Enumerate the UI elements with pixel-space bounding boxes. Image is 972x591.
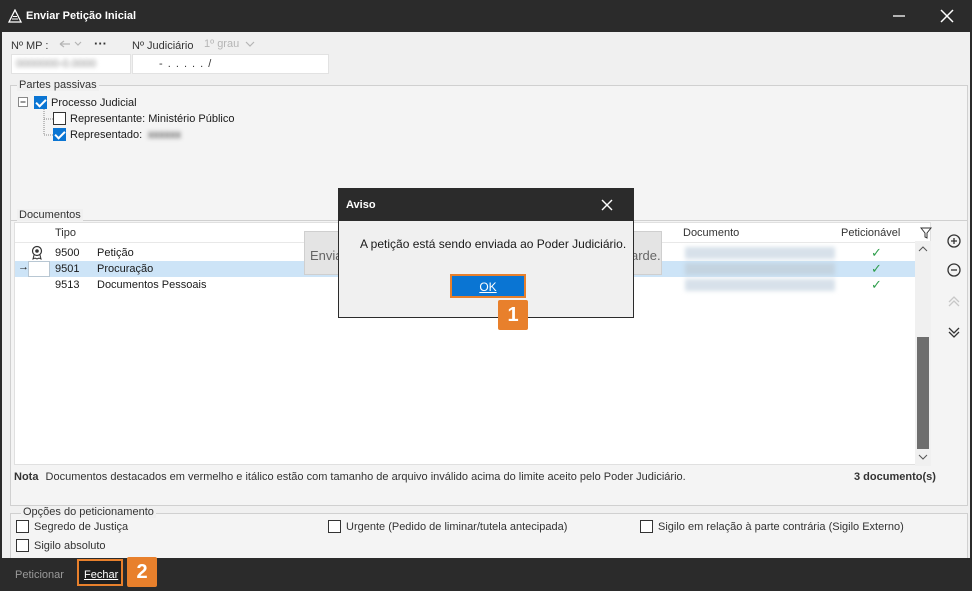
secret-label: Segredo de Justiça — [34, 521, 129, 533]
doc-code: 9501 — [55, 263, 80, 275]
mp-label: Nº MP : — [11, 40, 49, 52]
process-label: Processo Judicial — [51, 97, 137, 109]
filter-icon[interactable] — [920, 227, 932, 239]
instance-select[interactable]: 1º grau — [204, 38, 239, 50]
petition-button[interactable]: Peticionar — [15, 565, 64, 585]
vertical-scrollbar[interactable] — [915, 241, 931, 466]
step-badge-2: 2 — [127, 557, 157, 587]
mp-number-field[interactable]: 0000000-0.0000 — [11, 54, 131, 74]
dialog-close-icon[interactable] — [601, 199, 613, 211]
urgent-checkbox[interactable] — [328, 520, 341, 533]
passive-parties-legend: Partes passivas — [17, 79, 99, 91]
close-icon[interactable] — [932, 6, 962, 26]
window-title: Enviar Petição Inicial — [26, 10, 137, 22]
move-up-icon[interactable] — [940, 290, 968, 314]
title-bar: Enviar Petição Inicial — [0, 0, 972, 32]
note-label: Nota — [14, 471, 39, 483]
representative-label: Representante: Ministério Público — [70, 113, 235, 125]
chevron-down-icon[interactable] — [245, 40, 255, 48]
secret-checkbox[interactable] — [16, 520, 29, 533]
represented-checkbox[interactable] — [53, 128, 66, 141]
judicial-number-field[interactable]: - . . . . . / — [132, 54, 329, 74]
more-icon[interactable]: ··· — [94, 36, 107, 51]
represented-label: Representado: — [70, 129, 143, 141]
doc-type: Procuração — [97, 263, 154, 275]
options-legend: Opções do peticionamento — [21, 506, 156, 518]
options-group — [10, 513, 968, 558]
dialog-title: Aviso — [346, 199, 376, 211]
note-text: Documentos destacados em vermelho e itál… — [45, 471, 686, 483]
scroll-down-icon[interactable] — [918, 453, 928, 461]
doc-code: 9513 — [55, 279, 80, 291]
remove-document-icon[interactable] — [940, 258, 968, 282]
doc-file — [685, 247, 835, 259]
move-down-icon[interactable] — [940, 320, 968, 344]
scrollbar-thumb[interactable] — [917, 337, 929, 449]
col-documento[interactable]: Documento — [683, 227, 739, 239]
dialog-title-bar: Aviso — [339, 189, 633, 221]
ok-button[interactable]: OK — [450, 274, 526, 298]
scroll-up-icon[interactable] — [918, 245, 928, 253]
external-secret-label: Sigilo em relação à parte contrária (Sig… — [658, 521, 904, 533]
minimize-icon[interactable] — [884, 6, 914, 26]
doc-code: 9500 — [55, 247, 80, 259]
step-badge-1: 1 — [498, 300, 528, 330]
check-icon: ✓ — [871, 277, 882, 292]
undo-icon[interactable] — [58, 38, 88, 50]
warning-dialog: Aviso A petição está sendo enviada ao Po… — [338, 188, 634, 330]
triangle-logo-icon — [8, 9, 22, 23]
add-document-icon[interactable] — [940, 229, 968, 253]
judicial-number-value: - . . . . . / — [159, 58, 213, 70]
documents-note: Nota Documentos destacados em vermelho e… — [14, 471, 686, 483]
judicial-label: Nº Judiciário — [132, 40, 194, 52]
col-peticionavel[interactable]: Peticionável — [841, 227, 900, 239]
represented-name: xxxxxx — [148, 129, 181, 141]
process-checkbox[interactable] — [34, 96, 47, 109]
tree-collapse-icon[interactable] — [18, 97, 28, 107]
dialog-message: A petição está sendo enviada ao Poder Ju… — [360, 237, 627, 251]
documents-legend: Documentos — [17, 209, 83, 221]
doc-type: Petição — [97, 247, 134, 259]
urgent-label: Urgente (Pedido de liminar/tutela anteci… — [346, 521, 568, 533]
overlay-right-text: arde. — [631, 248, 661, 263]
doc-file — [685, 263, 835, 275]
external-secret-checkbox[interactable] — [640, 520, 653, 533]
doc-type: Documentos Pessoais — [97, 279, 207, 291]
absolute-secret-label: Sigilo absoluto — [34, 540, 106, 552]
main-window: Enviar Petição Inicial Nº MP : ··· 00000… — [0, 0, 972, 591]
check-icon: ✓ — [871, 245, 882, 260]
footer-bar: Peticionar Fechar 2 — [0, 557, 972, 591]
close-button[interactable]: Fechar — [84, 565, 118, 585]
absolute-secret-checkbox[interactable] — [16, 539, 29, 552]
certificate-icon — [31, 245, 43, 260]
doc-file — [685, 279, 835, 291]
representative-checkbox[interactable] — [53, 112, 66, 125]
document-count: 3 documento(s) — [854, 471, 936, 483]
col-tipo[interactable]: Tipo — [55, 227, 76, 239]
check-icon: ✓ — [871, 261, 882, 276]
